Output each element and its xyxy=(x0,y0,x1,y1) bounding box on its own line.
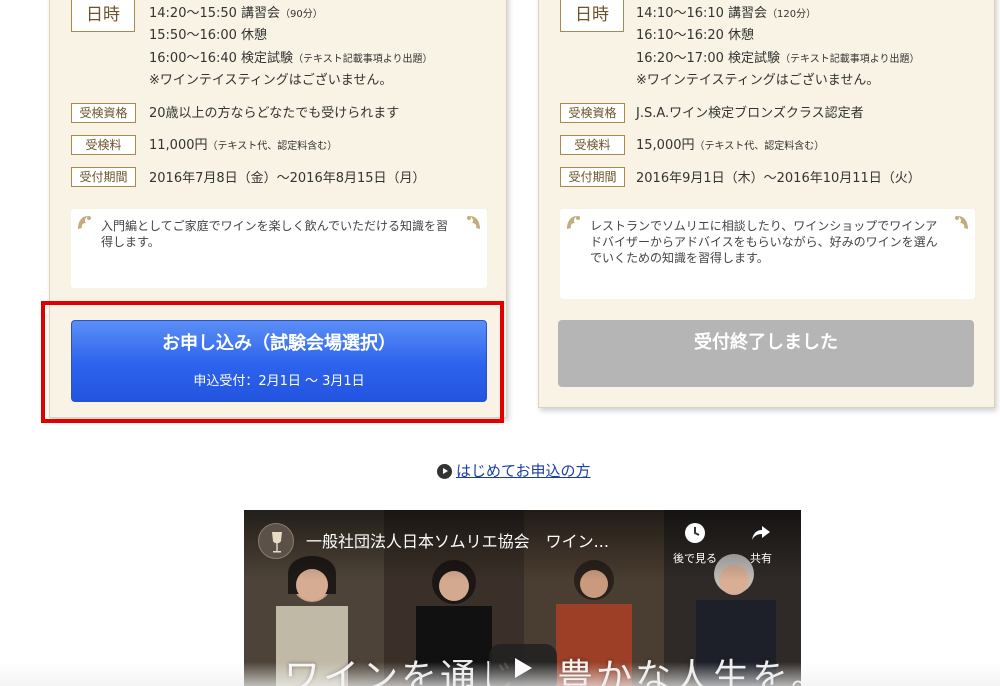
qualification-value: J.S.A.ワイン検定ブロンズクラス認定者 xyxy=(636,106,864,121)
ornament-icon xyxy=(955,216,968,229)
fee-tag: 受検料 xyxy=(560,135,625,155)
qualification-value: 20歳以上の方ならどなたでも受けられます xyxy=(149,106,400,121)
fee-value: 11,000円（テキスト代、認定料含む） xyxy=(149,138,338,153)
channel-avatar[interactable] xyxy=(258,523,294,559)
period-value: 2016年7月8日（金）〜2016年8月15日（月） xyxy=(149,171,426,186)
play-button[interactable] xyxy=(489,644,557,686)
video-player[interactable]: 一般社団法人日本ソムリエ協会 ワイン... 後で見る 共有 ワインを通じ 豊かな… xyxy=(244,510,801,686)
closed-button: 受付終了しました xyxy=(558,320,974,387)
description-text: レストランでソムリエに相談したり、ワインショップでワインアドバイザーからアドバイ… xyxy=(590,219,938,265)
closed-button-label: 受付終了しました xyxy=(694,332,838,353)
schedule-note: ※ワインテイスティングはございません。 xyxy=(149,73,393,88)
ornament-icon xyxy=(78,216,91,229)
schedule-line: 15:50〜16:00 休憩 xyxy=(149,28,268,43)
watch-later-button[interactable]: 後で見る xyxy=(670,522,720,566)
qualification-tag: 受検資格 xyxy=(560,103,625,123)
video-title[interactable]: 一般社団法人日本ソムリエ協会 ワイン... xyxy=(306,532,609,552)
schedule-tag: 日時 xyxy=(71,0,135,32)
period-tag: 受付期間 xyxy=(71,167,136,187)
schedule-line: 14:10〜16:10 講習会（120分） xyxy=(636,6,817,21)
schedule-line: 16:00〜16:40 検定試験（テキスト記載事項より出題） xyxy=(149,51,433,66)
schedule-note: ※ワインテイスティングはございません。 xyxy=(636,73,880,88)
period-value: 2016年9月1日（木）〜2016年10月11日（火） xyxy=(636,171,921,186)
schedule-line: 16:10〜16:20 休憩 xyxy=(636,28,755,43)
period-tag: 受付期間 xyxy=(560,167,625,187)
course-description: 入門編としてご家庭でワインを楽しく飲んでいただける知識を習得します。 xyxy=(71,209,487,288)
qualification-tag: 受検資格 xyxy=(71,103,136,123)
share-label: 共有 xyxy=(750,552,772,565)
ornament-icon xyxy=(467,216,480,229)
schedule-tag: 日時 xyxy=(560,0,624,32)
schedule-line: 14:20〜15:50 講習会（90分） xyxy=(149,6,323,21)
ornament-icon xyxy=(567,216,580,229)
play-circle-icon xyxy=(437,463,452,479)
fee-value: 15,000円（テキスト代、認定料含む） xyxy=(636,138,825,153)
apply-button-label: お申し込み（試験会場選択） xyxy=(162,333,396,354)
course-description: レストランでソムリエに相談したり、ワインショップでワインアドバイザーからアドバイ… xyxy=(560,209,975,299)
apply-period-label: 申込受付：2月1日 〜 3月1日 xyxy=(193,374,365,389)
first-time-link-row: はじめてお申込の方 xyxy=(437,460,591,482)
first-time-link[interactable]: はじめてお申込の方 xyxy=(456,461,591,481)
watch-later-label: 後で見る xyxy=(673,552,717,565)
description-text: 入門編としてご家庭でワインを楽しく飲んでいただける知識を習得します。 xyxy=(101,219,449,249)
share-icon xyxy=(752,526,770,540)
fee-tag: 受検料 xyxy=(71,135,136,155)
schedule-line: 16:20〜17:00 検定試験（テキスト記載事項より出題） xyxy=(636,51,920,66)
clock-icon xyxy=(685,523,705,543)
apply-button[interactable]: お申し込み（試験会場選択） 申込受付：2月1日 〜 3月1日 xyxy=(71,320,487,402)
share-button[interactable]: 共有 xyxy=(736,522,786,566)
